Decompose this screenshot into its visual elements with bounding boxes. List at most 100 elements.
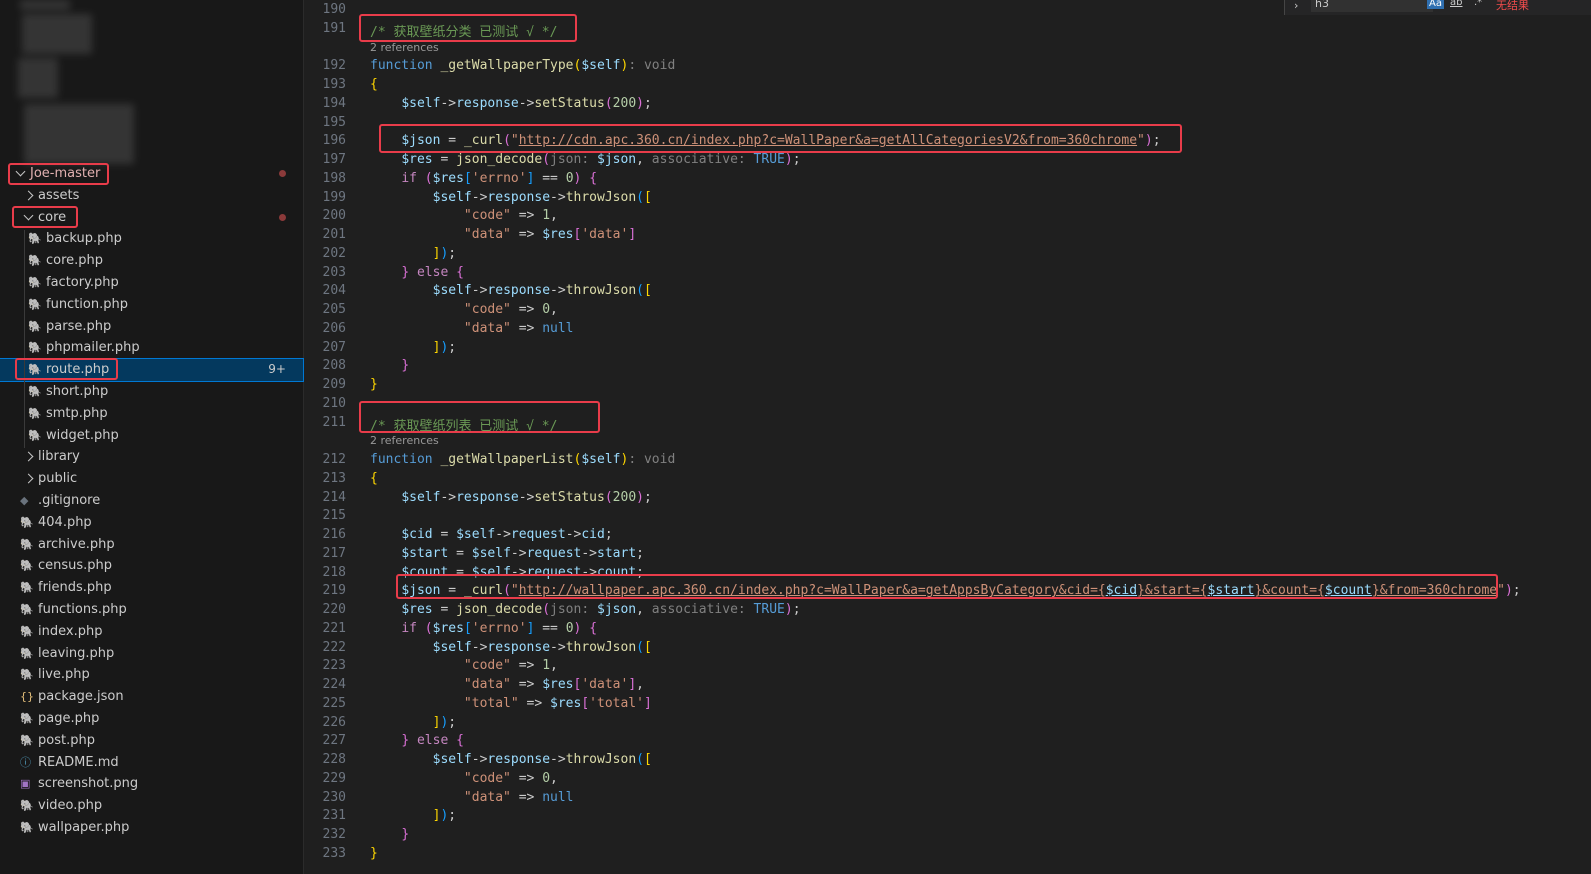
file-item[interactable]: 🐘 smtp.php (0, 403, 303, 425)
code-line[interactable]: $self->response->throwJson([ (370, 640, 652, 655)
code-token: ; (448, 714, 457, 730)
code-line[interactable]: } (370, 358, 409, 373)
code-line[interactable]: $json = _curl("http://cdn.apc.360.cn/ind… (370, 133, 1160, 149)
code-token: 200 (612, 489, 637, 505)
file-item[interactable]: 🐘 post.php (0, 730, 303, 752)
code-line[interactable]: $self->response->throwJson([ (370, 283, 652, 298)
code-line[interactable]: $self->response->setStatus(200); (370, 96, 652, 111)
file-item[interactable]: ⓘ README.md (0, 752, 303, 774)
file-item[interactable]: ◆ .gitignore (0, 490, 303, 512)
whole-word-toggle[interactable]: ab (1450, 0, 1462, 8)
file-item[interactable]: 🐘 route.php 9+ (0, 358, 304, 382)
file-item[interactable]: 🐘 short.php (0, 381, 303, 403)
file-item[interactable]: 🐘 factory.php (0, 272, 303, 294)
regex-toggle[interactable]: .* (1474, 0, 1482, 8)
code-token: "total" (463, 695, 519, 711)
code-line[interactable]: $self->response->setStatus(200); (370, 490, 652, 505)
code-line[interactable]: if ($res['errno'] == 0) { (370, 621, 597, 636)
file-item[interactable]: {} package.json (0, 686, 303, 708)
file-item[interactable]: 🐘 phpmailer.php (0, 337, 303, 359)
tree-item-label: core (38, 209, 67, 225)
code-line[interactable]: } (370, 827, 409, 842)
code-token: /* 获取壁纸分类 已测试 √ */ (370, 24, 558, 40)
indent-guide (24, 230, 25, 448)
file-item[interactable]: 🐘 function.php (0, 294, 303, 316)
code-line[interactable]: "data" => null (370, 790, 574, 805)
file-item[interactable]: 🐘 widget.php (0, 425, 303, 447)
file-item[interactable]: 🐘 functions.php (0, 599, 303, 621)
code-line[interactable]: "data" => null (370, 321, 574, 336)
code-token: 0 (542, 770, 551, 786)
file-item[interactable]: 🐘 census.php (0, 555, 303, 577)
code-token: -> (518, 489, 535, 505)
code-line[interactable]: "code" => 0, (370, 771, 558, 786)
code-line[interactable]: "code" => 1, (370, 658, 558, 673)
code-editor[interactable]: 190 191/* 获取壁纸分类 已测试 √ */2 references 192 f… (304, 0, 1591, 874)
code-token: ) (1144, 133, 1153, 149)
code-line[interactable]: $start = $self->request->start; (370, 546, 644, 561)
code-line[interactable]: "data" => $res['data'] (370, 227, 636, 242)
code-line[interactable]: ]); (370, 808, 456, 823)
file-item[interactable]: 🐘 archive.php (0, 534, 303, 556)
code-line[interactable]: $res = json_decode(json: $json, associat… (370, 152, 800, 167)
code-line[interactable]: $count = $self->request->count; (370, 565, 644, 580)
code-line[interactable]: "code" => 1, (370, 208, 558, 223)
code-token: $self (471, 564, 511, 580)
file-item[interactable]: 🐘 wallpaper.php (0, 817, 303, 839)
code-token: 1 (542, 208, 551, 224)
code-line[interactable]: "total" => $res['total'] (370, 696, 652, 711)
folder-item[interactable]: assets (0, 185, 303, 207)
folder-item[interactable]: Joe-master (0, 163, 303, 185)
file-item[interactable]: 🐘 404.php (0, 512, 303, 534)
code-line[interactable]: "code" => 0, (370, 302, 558, 317)
code-line[interactable]: ]); (370, 340, 456, 355)
file-item[interactable]: 🐘 index.php (0, 621, 303, 643)
code-line[interactable]: $self->response->throwJson([ (370, 190, 652, 205)
code-token: $res (432, 170, 464, 186)
file-item[interactable]: ▣ screenshot.png (0, 773, 303, 795)
find-input[interactable]: h3 (1311, 0, 1433, 12)
code-token: 1 (542, 658, 551, 674)
code-line[interactable]: } (370, 846, 378, 861)
code-line[interactable]: $cid = $self->request->cid; (370, 527, 612, 542)
file-item[interactable]: 🐘 backup.php (0, 228, 303, 250)
code-line[interactable]: function _getWallpaperList($self): void (370, 452, 675, 467)
code-line[interactable]: { (370, 471, 378, 486)
code-line[interactable]: $json = _curl("http://wallpaper.apc.360.… (370, 583, 1520, 599)
code-line[interactable]: $self->response->throwJson([ (370, 752, 652, 767)
match-case-toggle[interactable]: Aa (1427, 0, 1444, 9)
code-token: $cid (401, 527, 433, 542)
code-line[interactable]: } (370, 377, 378, 392)
code-token: = (432, 152, 457, 167)
code-line[interactable]: /* 获取壁纸分类 已测试 √ */ (370, 21, 557, 40)
code-line[interactable]: function _getWallpaperType($self): void (370, 58, 675, 73)
file-item[interactable]: 🐘 page.php (0, 708, 303, 730)
code-line[interactable]: $res = json_decode(json: $json, associat… (370, 602, 800, 617)
file-item[interactable]: 🐘 friends.php (0, 577, 303, 599)
code-line[interactable]: } else { (370, 733, 464, 748)
code-line[interactable]: ]); (370, 715, 456, 730)
code-token: = (440, 583, 464, 599)
file-item[interactable]: 🐘 core.php (0, 250, 303, 272)
chevron-right-icon[interactable]: › (1294, 0, 1298, 12)
folder-item[interactable]: library (0, 446, 303, 468)
file-item[interactable]: 🐘 video.php (0, 795, 303, 817)
file-item[interactable]: 🐘 leaving.php (0, 643, 303, 665)
code-line[interactable]: ]); (370, 246, 456, 261)
code-token: $self (456, 527, 496, 542)
file-item[interactable]: 🐘 live.php (0, 664, 303, 686)
line-number: 197 (322, 152, 346, 167)
references-codelens[interactable]: 2 references (370, 434, 439, 447)
code-line[interactable]: { (370, 77, 378, 92)
references-codelens[interactable]: 2 references (370, 41, 439, 54)
line-number: 216 (322, 527, 346, 542)
folder-item[interactable]: core (0, 207, 303, 229)
folder-item[interactable]: public (0, 468, 303, 490)
code-line[interactable]: if ($res['errno'] == 0) { (370, 171, 597, 186)
code-line[interactable]: } else { (370, 265, 464, 280)
tree-item-label: friends.php (38, 580, 112, 596)
code-line[interactable]: /* 获取壁纸列表 已测试 √ */ (370, 415, 557, 434)
file-item[interactable]: 🐘 parse.php (0, 316, 303, 338)
code-line[interactable]: "data" => $res['data'], (370, 677, 644, 692)
